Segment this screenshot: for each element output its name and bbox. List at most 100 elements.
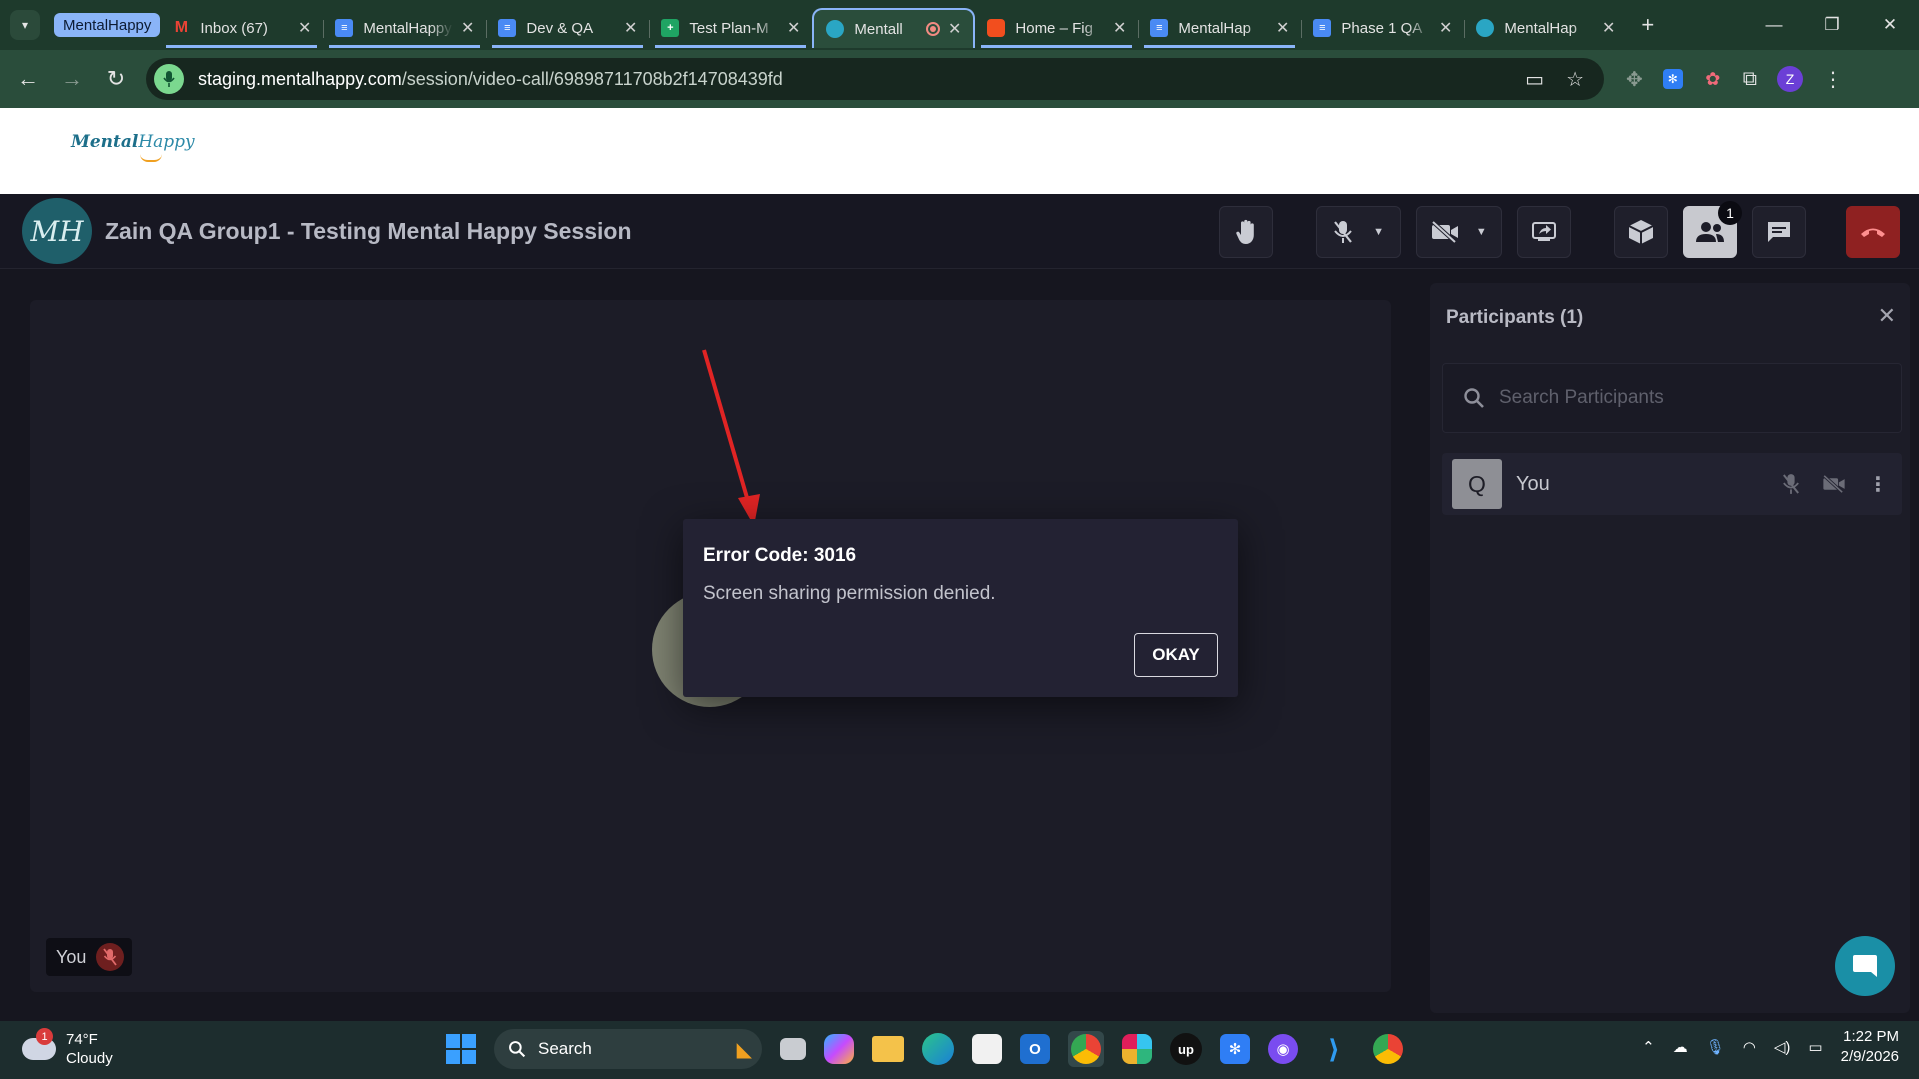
chevron-down-icon[interactable]: ▼ <box>1476 226 1487 238</box>
volume-icon[interactable]: ◁) <box>1774 1038 1791 1056</box>
store-icon[interactable] <box>972 1034 1002 1064</box>
tab-phase1-qa[interactable]: ≡ Phase 1 QA ✕ <box>1301 8 1464 48</box>
extensions-puzzle-icon[interactable]: ⧉ <box>1743 68 1757 91</box>
date: 2/9/2026 <box>1840 1048 1899 1065</box>
back-icon[interactable]: ← <box>6 66 50 92</box>
mic-muted-icon <box>96 943 125 971</box>
docs-icon: ≡ <box>498 19 517 37</box>
reload-icon[interactable]: ↻ <box>94 66 138 92</box>
participant-row[interactable]: Q You ⋮ <box>1442 453 1902 515</box>
settings-gear-icon[interactable]: ✻ <box>1220 1034 1250 1064</box>
extension-flower-icon[interactable]: ✿ <box>1703 69 1723 89</box>
site-header: MentalHappy <box>0 108 1919 194</box>
new-tab-button[interactable]: + <box>1641 12 1654 38</box>
taskbar-search-label: Search <box>538 1039 592 1058</box>
chevron-down-icon[interactable]: ▼ <box>1373 226 1384 238</box>
clock[interactable]: 1:22 PM 2/9/2026 <box>1841 1027 1899 1067</box>
windows-start-icon[interactable] <box>446 1034 476 1064</box>
close-icon[interactable]: ✕ <box>1439 18 1452 38</box>
mentalhappy-logo[interactable]: MentalHappy <box>71 132 195 152</box>
tab-mentalhappy-doc-2[interactable]: ≡ MentalHap ✕ <box>1138 8 1301 48</box>
close-icon[interactable]: ✕ <box>1602 18 1615 38</box>
hand-icon <box>1236 219 1254 244</box>
tab-figma[interactable]: Home – Fig ✕ <box>975 8 1138 48</box>
tab-mentalhappy-doc[interactable]: ≡ MentalHappy ✕ <box>323 8 486 48</box>
chevron-up-icon[interactable]: ⌃ <box>1642 1038 1655 1056</box>
mic-off-icon <box>1783 474 1799 494</box>
tab-inbox[interactable]: M Inbox (67) ✕ <box>160 8 323 48</box>
cloud-off-icon[interactable]: ☁ <box>1673 1038 1688 1056</box>
window-controls: — ❐ ✕ <box>1745 0 1919 50</box>
tab-title: Mentall <box>854 20 903 38</box>
dialog-message: Screen sharing permission denied. <box>703 583 996 604</box>
search-icon <box>1464 388 1484 408</box>
recording-icon <box>925 22 940 36</box>
group-avatar: MH <box>22 198 92 264</box>
weather-widget[interactable]: 1 74°F Cloudy <box>22 1028 113 1068</box>
okay-button[interactable]: OKAY <box>1134 633 1218 677</box>
participants-button[interactable]: 1 <box>1683 201 1742 258</box>
microphone-toggle[interactable]: ▼ <box>1316 206 1401 258</box>
close-icon[interactable]: ✕ <box>1113 18 1126 38</box>
end-call-button[interactable] <box>1846 206 1900 258</box>
extension-gear-icon[interactable]: ✻ <box>1662 69 1683 89</box>
search-icon <box>509 1041 526 1058</box>
search-input[interactable] <box>1499 387 1879 409</box>
extension-move-icon[interactable]: ✥ <box>1626 67 1643 92</box>
tab-title: Phase 1 QA <box>1341 19 1423 37</box>
chat-button[interactable] <box>1752 206 1806 258</box>
edge-icon[interactable] <box>922 1033 954 1065</box>
camera-toggle[interactable]: ▼ <box>1416 206 1502 258</box>
close-icon[interactable]: ✕ <box>948 19 961 39</box>
tab-search-button[interactable]: ▾ <box>10 10 40 40</box>
restore-icon[interactable]: ❐ <box>1803 0 1861 50</box>
tab-mentalhappy-2[interactable]: MentalHap ✕ <box>1464 8 1627 48</box>
close-icon[interactable]: ✕ <box>1878 303 1896 329</box>
screen-share-button[interactable] <box>1517 206 1571 258</box>
close-icon[interactable]: ✕ <box>624 18 637 38</box>
raise-hand-button[interactable] <box>1219 206 1273 258</box>
chrome-profile-icon[interactable] <box>1370 1031 1406 1067</box>
tab-dev-qa[interactable]: ≡ Dev & QA ✕ <box>486 8 649 48</box>
docs-icon: ≡ <box>335 19 354 37</box>
copilot-icon[interactable] <box>824 1034 854 1064</box>
chrome-icon[interactable] <box>1068 1031 1104 1067</box>
close-window-icon[interactable]: ✕ <box>1861 0 1919 50</box>
tab-title: Inbox (67) <box>200 19 268 37</box>
task-view-icon[interactable] <box>780 1038 806 1060</box>
wifi-icon[interactable]: ◠ <box>1743 1038 1756 1056</box>
profile-avatar[interactable]: Z <box>1777 66 1804 92</box>
close-icon[interactable]: ✕ <box>298 18 311 38</box>
slack-icon[interactable] <box>1122 1034 1152 1064</box>
close-icon[interactable]: ✕ <box>1276 18 1289 38</box>
outlook-icon[interactable]: O <box>1020 1034 1050 1064</box>
more-options-icon[interactable]: ⋮ <box>1868 472 1888 497</box>
support-chat-button[interactable] <box>1835 936 1895 996</box>
weather-condition: Cloudy <box>66 1050 113 1067</box>
microphone-in-use-icon[interactable] <box>154 64 184 94</box>
address-bar[interactable]: staging.mentalhappy.com/session/video-ca… <box>146 58 1604 100</box>
taskbar-search[interactable]: Search ◣ <box>494 1029 762 1069</box>
breakout-rooms-button[interactable] <box>1614 206 1668 258</box>
browser-menu-icon[interactable]: ⋮ <box>1823 67 1843 92</box>
forward-icon[interactable]: → <box>50 66 94 92</box>
file-explorer-icon[interactable] <box>872 1036 904 1062</box>
github-icon[interactable]: ◉ <box>1268 1034 1298 1064</box>
annotation-arrow <box>702 349 760 526</box>
tab-group-chip[interactable]: MentalHappy <box>54 13 161 37</box>
tab-title: Test Plan-M <box>689 19 769 37</box>
close-icon[interactable]: ✕ <box>461 18 474 38</box>
participant-search[interactable] <box>1442 363 1902 433</box>
close-icon[interactable]: ✕ <box>787 18 800 38</box>
tab-test-plan[interactable]: + Test Plan-M ✕ <box>649 8 812 48</box>
participants-count-badge: 1 <box>1718 201 1742 225</box>
vscode-icon[interactable]: ⟩ <box>1316 1031 1352 1067</box>
dialog-title: Error Code: 3016 <box>703 545 857 566</box>
bookmark-star-icon[interactable]: ☆ <box>1566 67 1584 92</box>
upwork-icon[interactable]: up <box>1170 1033 1202 1065</box>
microphone-icon[interactable]: 🎙︎ <box>1706 1038 1725 1056</box>
battery-icon[interactable]: ▭ <box>1808 1038 1822 1056</box>
minimize-icon[interactable]: — <box>1745 0 1803 50</box>
card-icon[interactable]: ▭ <box>1525 67 1544 92</box>
tab-mentalhappy-active[interactable]: Mentall ✕ <box>812 8 976 48</box>
